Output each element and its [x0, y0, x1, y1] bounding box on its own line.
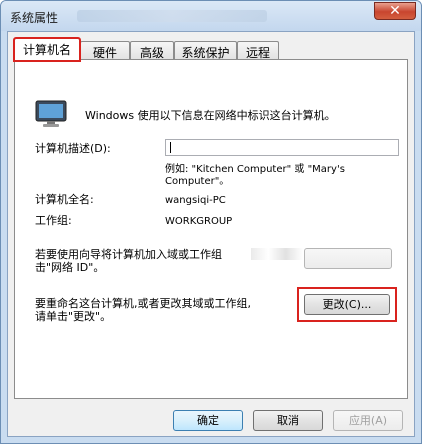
close-button[interactable]: ✕	[374, 2, 416, 20]
cancel-button[interactable]: 取消	[253, 410, 323, 431]
network-id-text-line1: 若要使用向导将计算机加入域或工作组	[35, 248, 222, 261]
rename-text-line1: 要重命名这台计算机,或者更改其域或工作组,	[35, 297, 251, 310]
example-text-line2: Computer"。	[165, 176, 230, 187]
tab-panel-computer-name: Windows 使用以下信息在网络中标识这台计算机。 计算机描述(D): 例如:…	[14, 59, 408, 399]
blurred-region	[251, 248, 303, 260]
apply-button[interactable]: 应用(A)	[333, 410, 403, 431]
network-id-text-line2: 击"网络 ID"。	[35, 261, 105, 274]
fullname-label: 计算机全名:	[35, 193, 94, 206]
info-text: Windows 使用以下信息在网络中标识这台计算机。	[85, 109, 336, 122]
system-properties-window: 系统属性 ✕ 计算机名 硬件 高级 系统保护 远程 Windows 使用以下信息…	[0, 0, 422, 444]
network-id-button-blurred[interactable]	[304, 248, 392, 269]
computer-monitor-icon	[35, 100, 67, 127]
tab-hardware[interactable]: 硬件	[80, 41, 130, 60]
tab-advanced[interactable]: 高级	[130, 41, 174, 60]
text-caret	[170, 142, 171, 153]
highlight-box-change	[297, 287, 397, 322]
tab-system-protection[interactable]: 系统保护	[174, 41, 237, 60]
tab-computer-name[interactable]: 计算机名	[13, 37, 81, 62]
description-input[interactable]	[165, 139, 399, 156]
workgroup-label: 工作组:	[35, 214, 72, 227]
ok-button[interactable]: 确定	[173, 410, 243, 431]
description-label: 计算机描述(D):	[35, 142, 111, 155]
dialog-client-area: 计算机名 硬件 高级 系统保护 远程 Windows 使用以下信息在网络中标识这…	[7, 31, 415, 437]
window-title: 系统属性	[10, 11, 59, 25]
title-bar[interactable]: 系统属性 ✕	[1, 1, 421, 31]
close-icon: ✕	[389, 3, 401, 19]
rename-text-line2: 请单击"更改"。	[35, 310, 112, 323]
fullname-value: wangsiqi-PC	[165, 195, 226, 206]
workgroup-value: WORKGROUP	[165, 216, 233, 227]
tab-remote[interactable]: 远程	[237, 41, 279, 60]
title-blurred-region	[77, 10, 267, 22]
